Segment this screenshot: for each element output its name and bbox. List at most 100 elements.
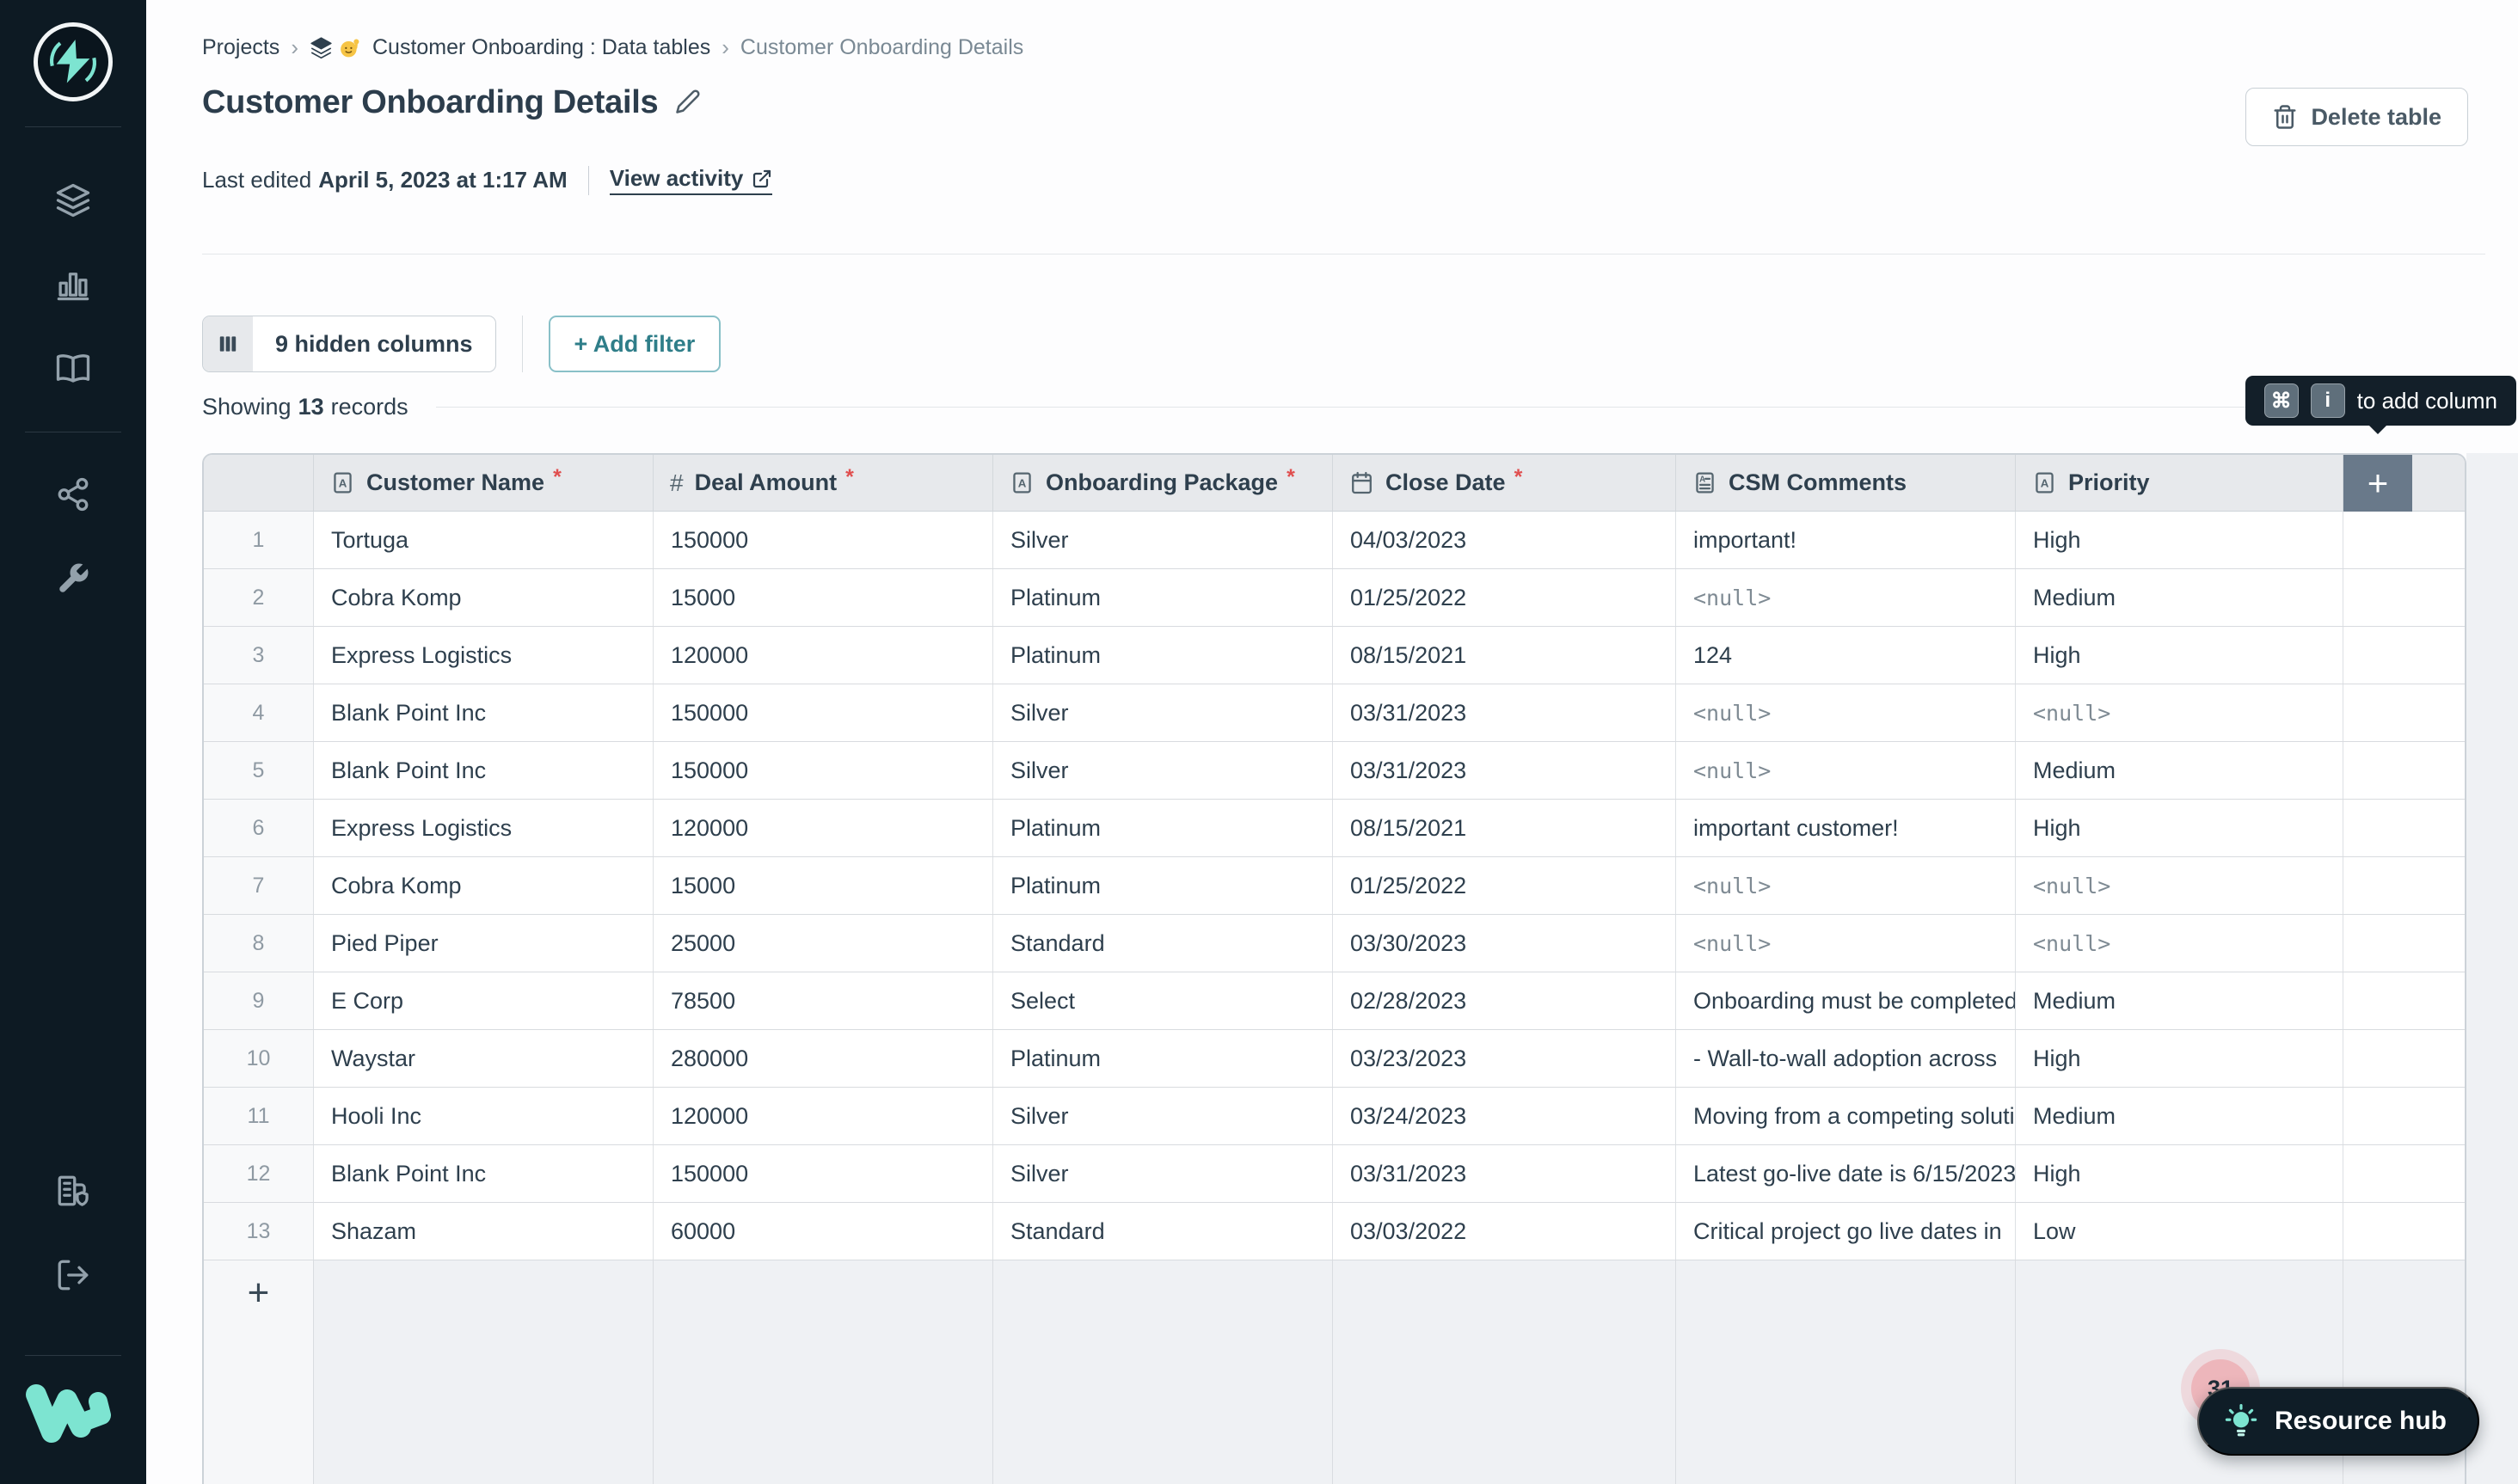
table-cell[interactable]: Silver (993, 1088, 1333, 1144)
edit-title-button[interactable] (675, 89, 704, 118)
column-header-priority[interactable]: A Priority (2016, 455, 2343, 512)
table-cell[interactable]: High (2016, 627, 2343, 684)
table-cell[interactable]: 25000 (654, 915, 993, 972)
table-cell[interactable]: <null> (2016, 915, 2343, 972)
app-logo[interactable] (34, 22, 113, 101)
table-cell[interactable]: Standard (993, 915, 1333, 972)
sidebar-item-logout[interactable] (53, 1257, 93, 1297)
breadcrumb-section[interactable]: Customer Onboarding : Data tables (372, 35, 710, 60)
table-cell[interactable]: <null> (1676, 742, 2016, 799)
table-cell[interactable]: Pied Piper (314, 915, 654, 972)
breadcrumb-projects[interactable]: Projects (202, 35, 279, 60)
table-cell[interactable]: Moving from a competing solution (1676, 1088, 2016, 1144)
table-cell[interactable]: Medium (2016, 972, 2343, 1029)
table-cell[interactable]: 280000 (654, 1030, 993, 1087)
table-cell[interactable]: <null> (1676, 569, 2016, 626)
table-cell[interactable]: High (2016, 800, 2343, 856)
table-cell[interactable]: Blank Point Inc (314, 742, 654, 799)
table-cell[interactable]: 03/24/2023 (1333, 1088, 1676, 1144)
table-cell[interactable]: Blank Point Inc (314, 1145, 654, 1202)
table-cell[interactable]: Low (2016, 1203, 2343, 1260)
delete-table-button[interactable]: Delete table (2245, 88, 2468, 146)
table-cell[interactable]: 03/30/2023 (1333, 915, 1676, 972)
table-cell[interactable]: Express Logistics (314, 800, 654, 856)
table-cell[interactable]: <null> (2016, 684, 2343, 741)
table-cell[interactable]: Silver (993, 512, 1333, 568)
table-cell[interactable]: 03/31/2023 (1333, 742, 1676, 799)
table-cell[interactable]: Platinum (993, 1030, 1333, 1087)
table-cell[interactable]: Select (993, 972, 1333, 1029)
table-cell[interactable]: 03/31/2023 (1333, 1145, 1676, 1202)
table-cell[interactable]: Medium (2016, 742, 2343, 799)
table-cell[interactable]: Silver (993, 684, 1333, 741)
view-activity-link[interactable]: View activity (609, 165, 773, 195)
column-header-customer-name[interactable]: A Customer Name * (314, 455, 654, 512)
table-cell[interactable]: Waystar (314, 1030, 654, 1087)
table-cell[interactable]: Express Logistics (314, 627, 654, 684)
resource-hub-button[interactable]: Resource hub (2196, 1387, 2479, 1456)
table-cell[interactable]: 15000 (654, 857, 993, 914)
table-cell[interactable]: Medium (2016, 1088, 2343, 1144)
table-cell[interactable]: Cobra Komp (314, 569, 654, 626)
table-cell[interactable]: <null> (1676, 684, 2016, 741)
table-cell[interactable]: Platinum (993, 627, 1333, 684)
table-cell[interactable]: 08/15/2021 (1333, 627, 1676, 684)
table-cell[interactable]: High (2016, 1145, 2343, 1202)
table-cell[interactable]: High (2016, 512, 2343, 568)
column-header-csm-comments[interactable]: A CSM Comments (1676, 455, 2016, 512)
table-cell[interactable]: 03/03/2022 (1333, 1203, 1676, 1260)
table-cell[interactable]: <null> (1676, 857, 2016, 914)
table-cell[interactable]: Platinum (993, 800, 1333, 856)
table-cell[interactable]: 150000 (654, 742, 993, 799)
table-cell[interactable]: important customer! (1676, 800, 2016, 856)
table-cell[interactable]: Cobra Komp (314, 857, 654, 914)
table-cell[interactable]: Critical project go live dates in (1676, 1203, 2016, 1260)
table-cell[interactable]: Silver (993, 1145, 1333, 1202)
table-cell[interactable]: Hooli Inc (314, 1088, 654, 1144)
table-cell[interactable]: 03/23/2023 (1333, 1030, 1676, 1087)
table-cell[interactable]: 08/15/2021 (1333, 800, 1676, 856)
sidebar-item-share[interactable] (53, 476, 93, 516)
table-cell[interactable]: Platinum (993, 569, 1333, 626)
column-header-deal-amount[interactable]: # Deal Amount * (654, 455, 993, 512)
table-cell[interactable]: Onboarding must be completed (1676, 972, 2016, 1029)
add-column-button[interactable]: + (2343, 455, 2412, 512)
table-cell[interactable]: Shazam (314, 1203, 654, 1260)
table-cell[interactable]: Blank Point Inc (314, 684, 654, 741)
add-filter-button[interactable]: + Add filter (548, 316, 722, 372)
sidebar-item-layers[interactable] (53, 182, 93, 222)
table-cell[interactable]: 15000 (654, 569, 993, 626)
table-cell[interactable]: 124 (1676, 627, 2016, 684)
table-cell[interactable]: Medium (2016, 569, 2343, 626)
table-cell[interactable]: 02/28/2023 (1333, 972, 1676, 1029)
table-cell[interactable]: High (2016, 1030, 2343, 1087)
table-cell[interactable]: 01/25/2022 (1333, 569, 1676, 626)
hidden-columns-button[interactable]: 9 hidden columns (202, 316, 496, 372)
table-cell[interactable]: Standard (993, 1203, 1333, 1260)
table-cell[interactable]: 120000 (654, 627, 993, 684)
table-cell[interactable]: 01/25/2022 (1333, 857, 1676, 914)
table-cell[interactable]: important! (1676, 512, 2016, 568)
sidebar-item-organization[interactable] (53, 1173, 93, 1212)
table-cell[interactable]: 150000 (654, 512, 993, 568)
table-cell[interactable]: 120000 (654, 1088, 993, 1144)
table-cell[interactable]: <null> (2016, 857, 2343, 914)
table-cell[interactable]: 150000 (654, 1145, 993, 1202)
table-cell[interactable]: Platinum (993, 857, 1333, 914)
table-cell[interactable]: 60000 (654, 1203, 993, 1260)
table-cell[interactable]: 78500 (654, 972, 993, 1029)
table-cell[interactable]: 03/31/2023 (1333, 684, 1676, 741)
sidebar-item-wrench[interactable] (53, 561, 93, 600)
table-cell[interactable]: 150000 (654, 684, 993, 741)
table-cell[interactable]: Latest go-live date is 6/15/2023 (1676, 1145, 2016, 1202)
table-cell[interactable]: 04/03/2023 (1333, 512, 1676, 568)
sidebar-item-bar-chart[interactable] (53, 267, 93, 306)
column-header-onboarding-package[interactable]: A Onboarding Package * (993, 455, 1333, 512)
add-row-button[interactable]: + (248, 1274, 270, 1312)
table-cell[interactable]: E Corp (314, 972, 654, 1029)
column-header-close-date[interactable]: Close Date * (1333, 455, 1676, 512)
table-cell[interactable]: - Wall-to-wall adoption across (1676, 1030, 2016, 1087)
table-cell[interactable]: <null> (1676, 915, 2016, 972)
table-cell[interactable]: Tortuga (314, 512, 654, 568)
table-cell[interactable]: Silver (993, 742, 1333, 799)
